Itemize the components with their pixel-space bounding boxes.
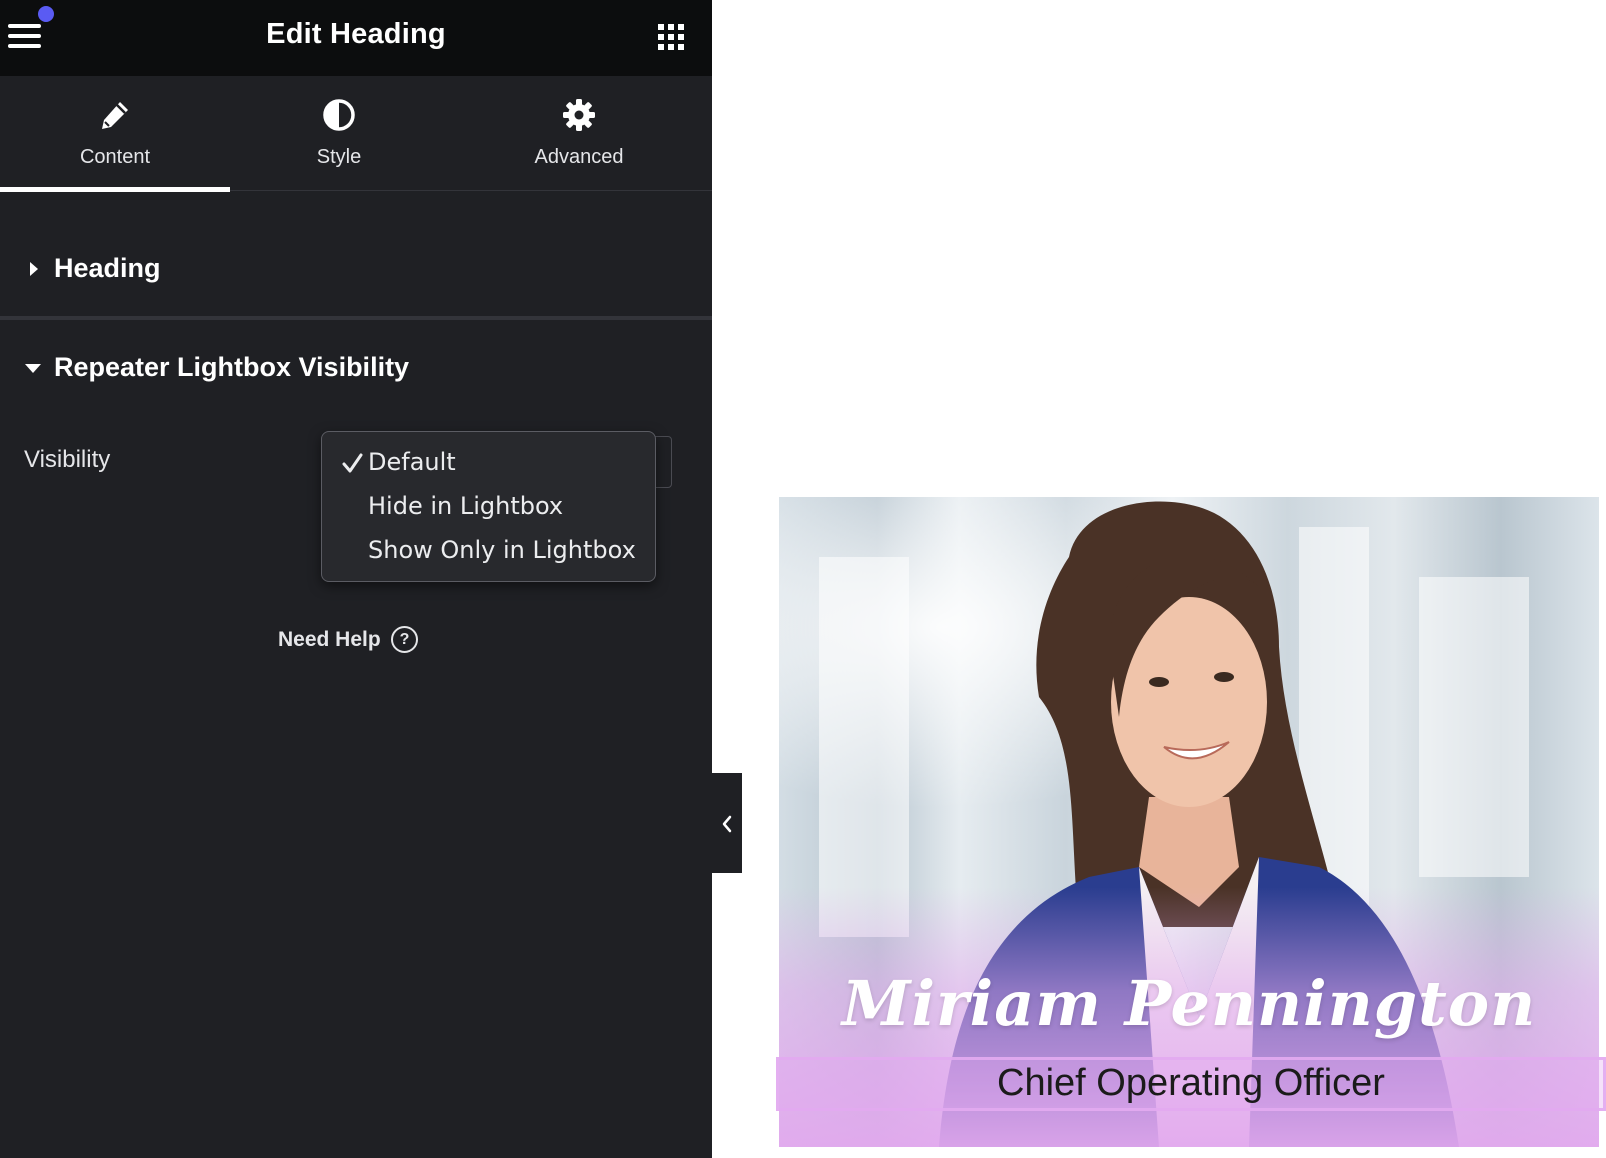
option-show-only-in-lightbox[interactable]: Show Only in Lightbox — [368, 536, 636, 564]
visibility-label: Visibility — [24, 446, 111, 473]
option-default[interactable]: Default — [368, 448, 456, 476]
editor-panel: Edit Heading Content Style Advanced Head… — [0, 0, 712, 1158]
editor-header: Edit Heading — [0, 0, 712, 76]
tab-label: Advanced — [534, 146, 624, 168]
caret-down-icon — [25, 364, 41, 373]
tab-advanced[interactable]: Advanced — [464, 76, 694, 190]
preview-canvas: Miriam Pennington Chief Operating Office… — [742, 0, 1606, 1158]
tab-label: Style — [316, 146, 362, 168]
pencil-icon — [102, 102, 128, 129]
tab-label: Content — [79, 146, 151, 168]
profile-photo: Miriam Pennington — [779, 497, 1599, 1147]
section-heading[interactable]: Heading — [0, 212, 712, 320]
visibility-dropdown: Default Hide in Lightbox Show Only in Li… — [321, 431, 656, 582]
half-circle-icon — [323, 99, 355, 131]
question-circle-icon: ? — [391, 626, 418, 653]
chevron-left-icon — [722, 815, 732, 833]
role-text: Chief Operating Officer — [997, 1062, 1385, 1104]
option-hide-in-lightbox[interactable]: Hide in Lightbox — [368, 492, 563, 520]
panel-tabs: Content Style Advanced — [0, 76, 712, 192]
checkmark-icon — [342, 453, 363, 473]
tab-content[interactable]: Content — [0, 76, 230, 192]
grid-icon[interactable] — [658, 24, 684, 50]
caret-right-icon — [30, 262, 38, 276]
section-repeater-visibility[interactable]: Repeater Lightbox Visibility — [0, 324, 712, 414]
need-help-label: Need Help — [278, 628, 381, 651]
section-title: Repeater Lightbox Visibility — [54, 352, 410, 382]
panel-title: Edit Heading — [266, 18, 446, 50]
gear-icon — [563, 99, 595, 131]
collapse-panel-button[interactable] — [712, 773, 742, 873]
person-name: Miriam Pennington — [841, 967, 1537, 1040]
section-title: Heading — [54, 253, 161, 283]
tab-style[interactable]: Style — [224, 76, 454, 190]
role-heading[interactable]: Chief Operating Officer — [776, 1057, 1606, 1111]
